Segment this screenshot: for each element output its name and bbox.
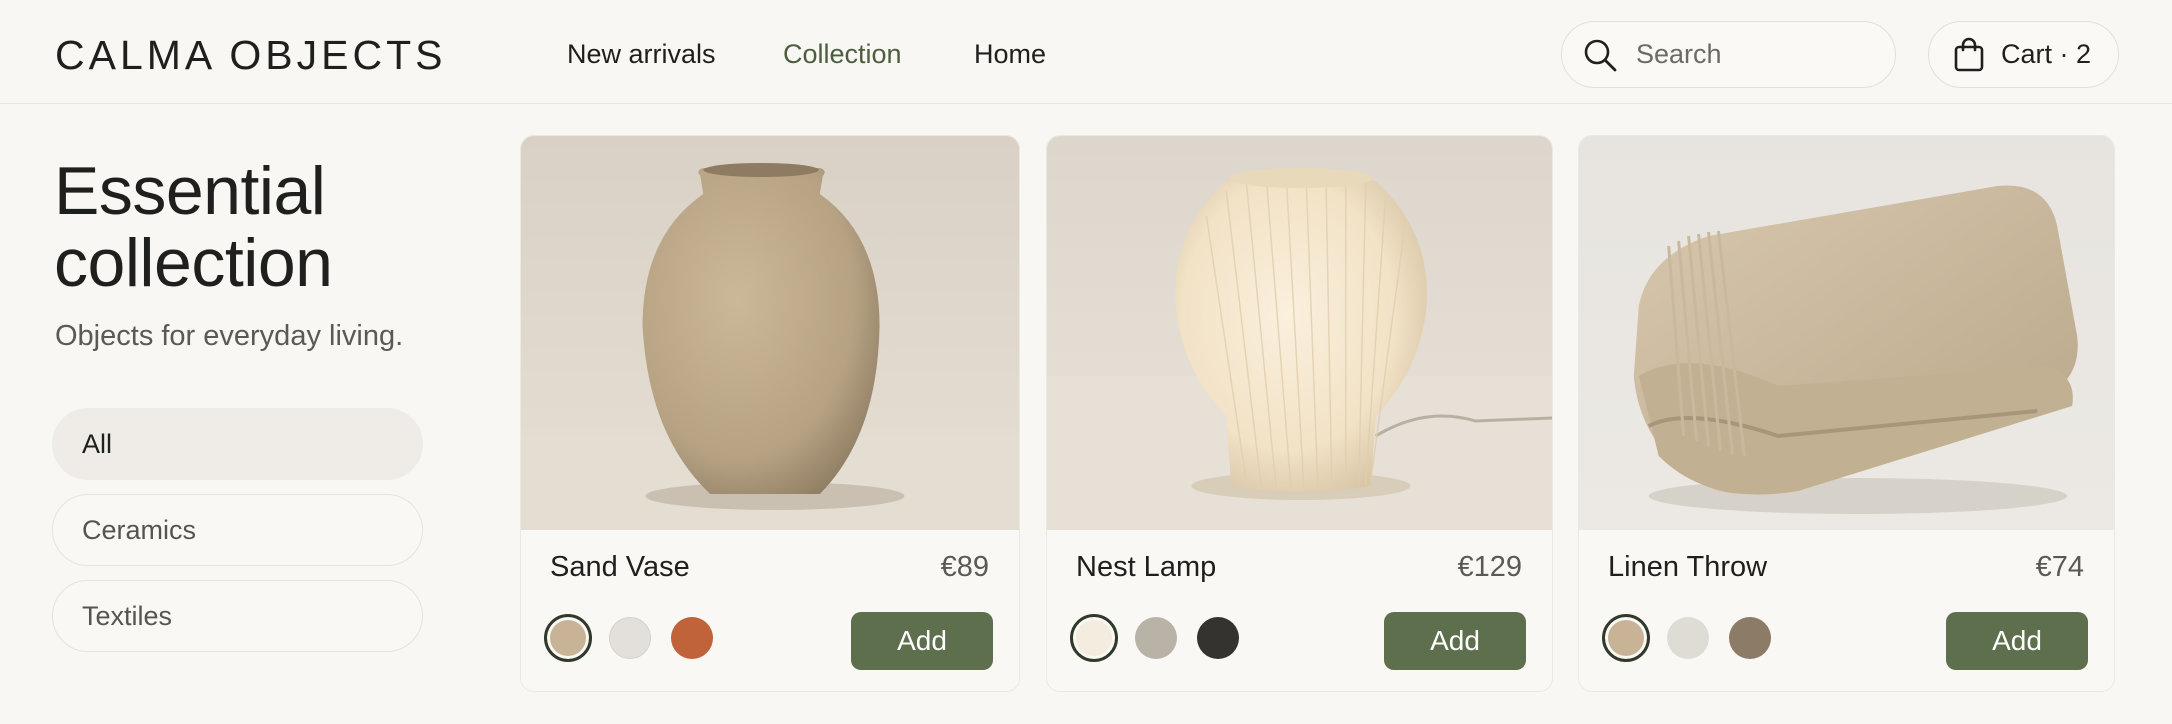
swatch-sand[interactable] bbox=[544, 614, 592, 662]
product-card-sand-vase[interactable]: Sand Vase €89 Add bbox=[520, 135, 1020, 692]
color-swatches bbox=[1070, 614, 1259, 662]
nav-new-arrivals[interactable]: New arrivals bbox=[567, 36, 716, 72]
nav-home[interactable]: Home bbox=[974, 36, 1046, 72]
swatch-natural[interactable] bbox=[1602, 614, 1650, 662]
nav-collection[interactable]: Collection bbox=[783, 36, 902, 72]
swatch-cream[interactable] bbox=[1070, 614, 1118, 662]
page-title: Essential collection bbox=[54, 155, 333, 299]
swatch-taupe[interactable] bbox=[1135, 617, 1177, 659]
filter-textiles[interactable]: Textiles bbox=[52, 580, 423, 652]
product-name: Linen Throw bbox=[1608, 551, 1768, 583]
add-to-cart-button[interactable]: Add bbox=[1946, 612, 2088, 670]
add-to-cart-button[interactable]: Add bbox=[851, 612, 993, 670]
filter-ceramics[interactable]: Ceramics bbox=[52, 494, 423, 566]
product-price: €129 bbox=[1457, 551, 1522, 583]
swatch-mocha[interactable] bbox=[1729, 617, 1771, 659]
product-image-sand-vase[interactable] bbox=[521, 136, 1019, 530]
brand-logo[interactable]: CALMA OBJECTS bbox=[55, 32, 446, 78]
product-image-nest-lamp[interactable] bbox=[1047, 136, 1552, 530]
page-title-line-1: Essential bbox=[54, 153, 326, 229]
swatch-oat[interactable] bbox=[1667, 617, 1709, 659]
page-subtitle: Objects for everyday living. bbox=[55, 320, 404, 352]
swatch-charcoal[interactable] bbox=[1197, 617, 1239, 659]
page-title-line-2: collection bbox=[54, 225, 333, 301]
site-header: CALMA OBJECTS New arrivals Collection Ho… bbox=[0, 0, 2172, 104]
color-swatches bbox=[544, 614, 733, 662]
color-swatches bbox=[1602, 614, 1791, 662]
search-icon bbox=[1584, 39, 1617, 71]
shopping-bag-icon bbox=[1954, 37, 1984, 71]
cart-button[interactable]: Cart · 2 bbox=[1928, 21, 2119, 88]
product-price: €74 bbox=[2035, 551, 2084, 583]
swatch-terracotta[interactable] bbox=[671, 617, 713, 659]
add-to-cart-button[interactable]: Add bbox=[1384, 612, 1526, 670]
product-name: Nest Lamp bbox=[1076, 551, 1217, 583]
filter-all[interactable]: All bbox=[52, 408, 423, 480]
cart-label: Cart · 2 bbox=[2001, 39, 2092, 69]
product-card-nest-lamp[interactable]: Nest Lamp €129 Add bbox=[1046, 135, 1553, 692]
search-box[interactable] bbox=[1561, 21, 1896, 88]
product-name: Sand Vase bbox=[550, 551, 690, 583]
product-price: €89 bbox=[940, 551, 989, 583]
swatch-stone[interactable] bbox=[609, 617, 651, 659]
search-input[interactable] bbox=[1636, 39, 1866, 70]
product-card-linen-throw[interactable]: Linen Throw €74 Add bbox=[1578, 135, 2115, 692]
product-image-linen-throw[interactable] bbox=[1579, 136, 2114, 530]
